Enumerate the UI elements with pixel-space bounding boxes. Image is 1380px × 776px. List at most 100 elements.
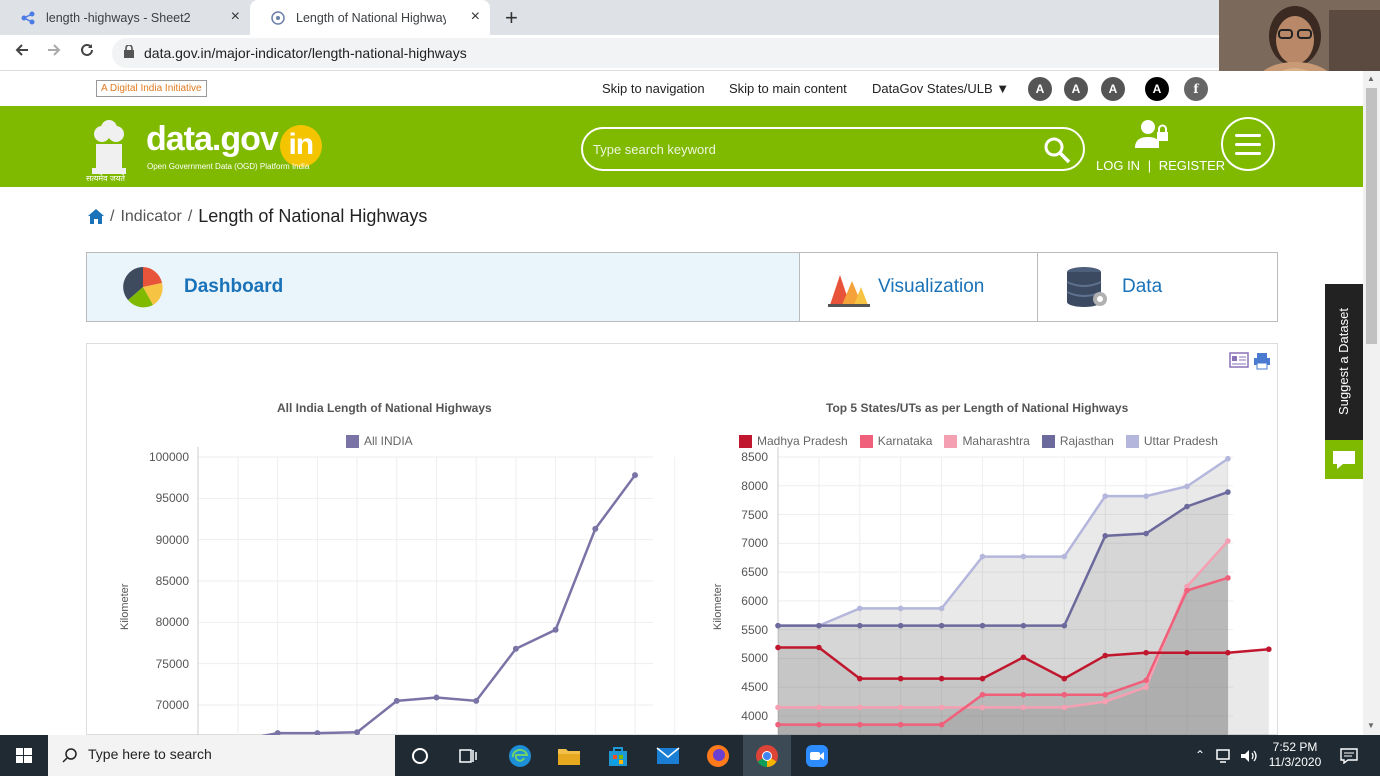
home-icon[interactable] — [88, 209, 104, 224]
reload-icon[interactable] — [79, 42, 95, 58]
data-point[interactable] — [857, 675, 863, 682]
data-point[interactable] — [979, 622, 986, 629]
datagov-logo[interactable]: data.gov in — [146, 120, 322, 167]
legend-item[interactable]: Rajasthan — [1041, 434, 1114, 448]
data-point[interactable] — [1184, 483, 1190, 490]
close-tab-icon[interactable]: × — [471, 9, 480, 25]
data-point[interactable] — [897, 675, 904, 682]
legend-item[interactable]: Uttar Pradesh — [1125, 434, 1218, 448]
data-point[interactable] — [1143, 649, 1149, 656]
data-point[interactable] — [1184, 587, 1190, 594]
data-point[interactable] — [1184, 503, 1190, 510]
data-point[interactable] — [1143, 530, 1149, 537]
data-point[interactable] — [1225, 649, 1231, 656]
data-point[interactable] — [938, 721, 945, 728]
chrome-icon[interactable] — [743, 735, 791, 776]
table-view-icon[interactable] — [1229, 352, 1249, 368]
zoom-icon[interactable] — [793, 735, 841, 776]
mail-icon[interactable] — [644, 735, 692, 776]
data-point[interactable] — [897, 622, 904, 629]
data-point[interactable] — [775, 622, 781, 629]
scroll-down-icon[interactable]: ▼ — [1367, 721, 1375, 730]
scroll-up-icon[interactable]: ▲ — [1367, 74, 1375, 83]
data-point[interactable] — [1020, 553, 1027, 560]
browser-tab-highways[interactable]: Length of National Highways | O × — [250, 0, 490, 35]
task-view-icon[interactable] — [444, 735, 492, 776]
microsoft-store-icon[interactable] — [594, 735, 642, 776]
data-point[interactable] — [1143, 677, 1149, 684]
data-point[interactable] — [897, 721, 904, 728]
data-point[interactable] — [857, 704, 863, 711]
data-point[interactable] — [857, 605, 863, 612]
start-button[interactable] — [0, 735, 48, 776]
skip-navigation-link[interactable]: Skip to navigation — [602, 81, 705, 96]
data-point[interactable] — [393, 697, 400, 704]
data-point[interactable] — [433, 694, 440, 701]
data-point[interactable] — [857, 622, 863, 629]
file-explorer-icon[interactable] — [545, 735, 593, 776]
edge-browser-icon[interactable] — [496, 735, 544, 776]
breadcrumb-indicator-link[interactable]: Indicator — [120, 208, 181, 226]
data-point[interactable] — [1102, 691, 1108, 698]
data-point[interactable] — [1102, 652, 1108, 659]
forward-arrow-icon[interactable] — [46, 42, 62, 58]
data-point[interactable] — [816, 704, 822, 711]
skip-main-content-link[interactable]: Skip to main content — [729, 81, 847, 96]
data-point[interactable] — [552, 626, 559, 633]
data-point[interactable] — [979, 704, 986, 711]
notifications-icon[interactable] — [1334, 735, 1364, 776]
data-point[interactable] — [775, 721, 781, 728]
states-dropdown[interactable]: DataGov States/ULB ▼ — [872, 81, 1009, 96]
font-normal-button[interactable]: A — [1064, 77, 1088, 101]
data-point[interactable] — [1102, 698, 1108, 705]
close-tab-icon[interactable]: × — [231, 9, 240, 25]
back-arrow-icon[interactable] — [14, 42, 30, 58]
data-point[interactable] — [1143, 493, 1149, 499]
show-hidden-icons[interactable]: ⌃ — [1190, 735, 1210, 776]
digital-india-badge[interactable]: A Digital India Initiative — [96, 80, 207, 97]
firefox-icon[interactable] — [694, 735, 742, 776]
data-point[interactable] — [897, 704, 904, 711]
search-icon[interactable] — [1043, 136, 1071, 164]
data-point[interactable] — [1225, 538, 1231, 544]
data-point[interactable] — [512, 645, 519, 652]
data-point[interactable] — [938, 675, 945, 682]
high-contrast-button[interactable]: A — [1145, 77, 1169, 101]
data-point[interactable] — [938, 704, 945, 711]
data-point[interactable] — [1061, 553, 1068, 560]
data-point[interactable] — [1225, 489, 1231, 495]
hamburger-menu-button[interactable] — [1221, 117, 1275, 171]
data-point[interactable] — [979, 553, 986, 560]
data-point[interactable] — [473, 697, 480, 704]
search-input[interactable] — [593, 139, 1033, 159]
volume-icon[interactable] — [1238, 735, 1260, 776]
chart1-legend[interactable]: All INDIA — [346, 434, 413, 448]
cortana-icon[interactable] — [396, 735, 444, 776]
tab-data[interactable]: Data — [1038, 253, 1278, 321]
data-point[interactable] — [1225, 575, 1231, 581]
register-link[interactable]: REGISTER — [1159, 158, 1225, 173]
taskbar-search[interactable]: Type here to search — [48, 735, 395, 776]
data-point[interactable] — [1061, 691, 1068, 698]
data-point[interactable] — [938, 605, 945, 612]
tab-visualization[interactable]: Visualization — [800, 253, 1038, 321]
scrollbar-thumb[interactable] — [1366, 88, 1377, 344]
font-decrease-button[interactable]: A — [1101, 77, 1125, 101]
print-icon[interactable] — [1253, 352, 1271, 370]
data-point[interactable] — [1061, 675, 1068, 682]
data-point[interactable] — [979, 675, 986, 682]
data-point[interactable] — [775, 704, 781, 711]
facebook-icon[interactable]: f — [1184, 77, 1208, 101]
data-point[interactable] — [592, 525, 599, 532]
network-icon[interactable] — [1214, 735, 1236, 776]
data-point[interactable] — [1225, 455, 1231, 462]
data-point[interactable] — [1020, 691, 1027, 698]
data-point[interactable] — [979, 691, 986, 698]
legend-item[interactable]: Karnataka — [859, 434, 932, 448]
clock[interactable]: 7:52 PM 11/3/2020 — [1262, 735, 1328, 776]
data-point[interactable] — [816, 721, 822, 728]
url-field[interactable]: data.gov.in/major-indicator/length-natio… — [112, 38, 1232, 68]
data-point[interactable] — [816, 644, 822, 651]
legend-item[interactable]: Madhya Pradesh — [739, 434, 848, 448]
data-point[interactable] — [1020, 704, 1027, 711]
